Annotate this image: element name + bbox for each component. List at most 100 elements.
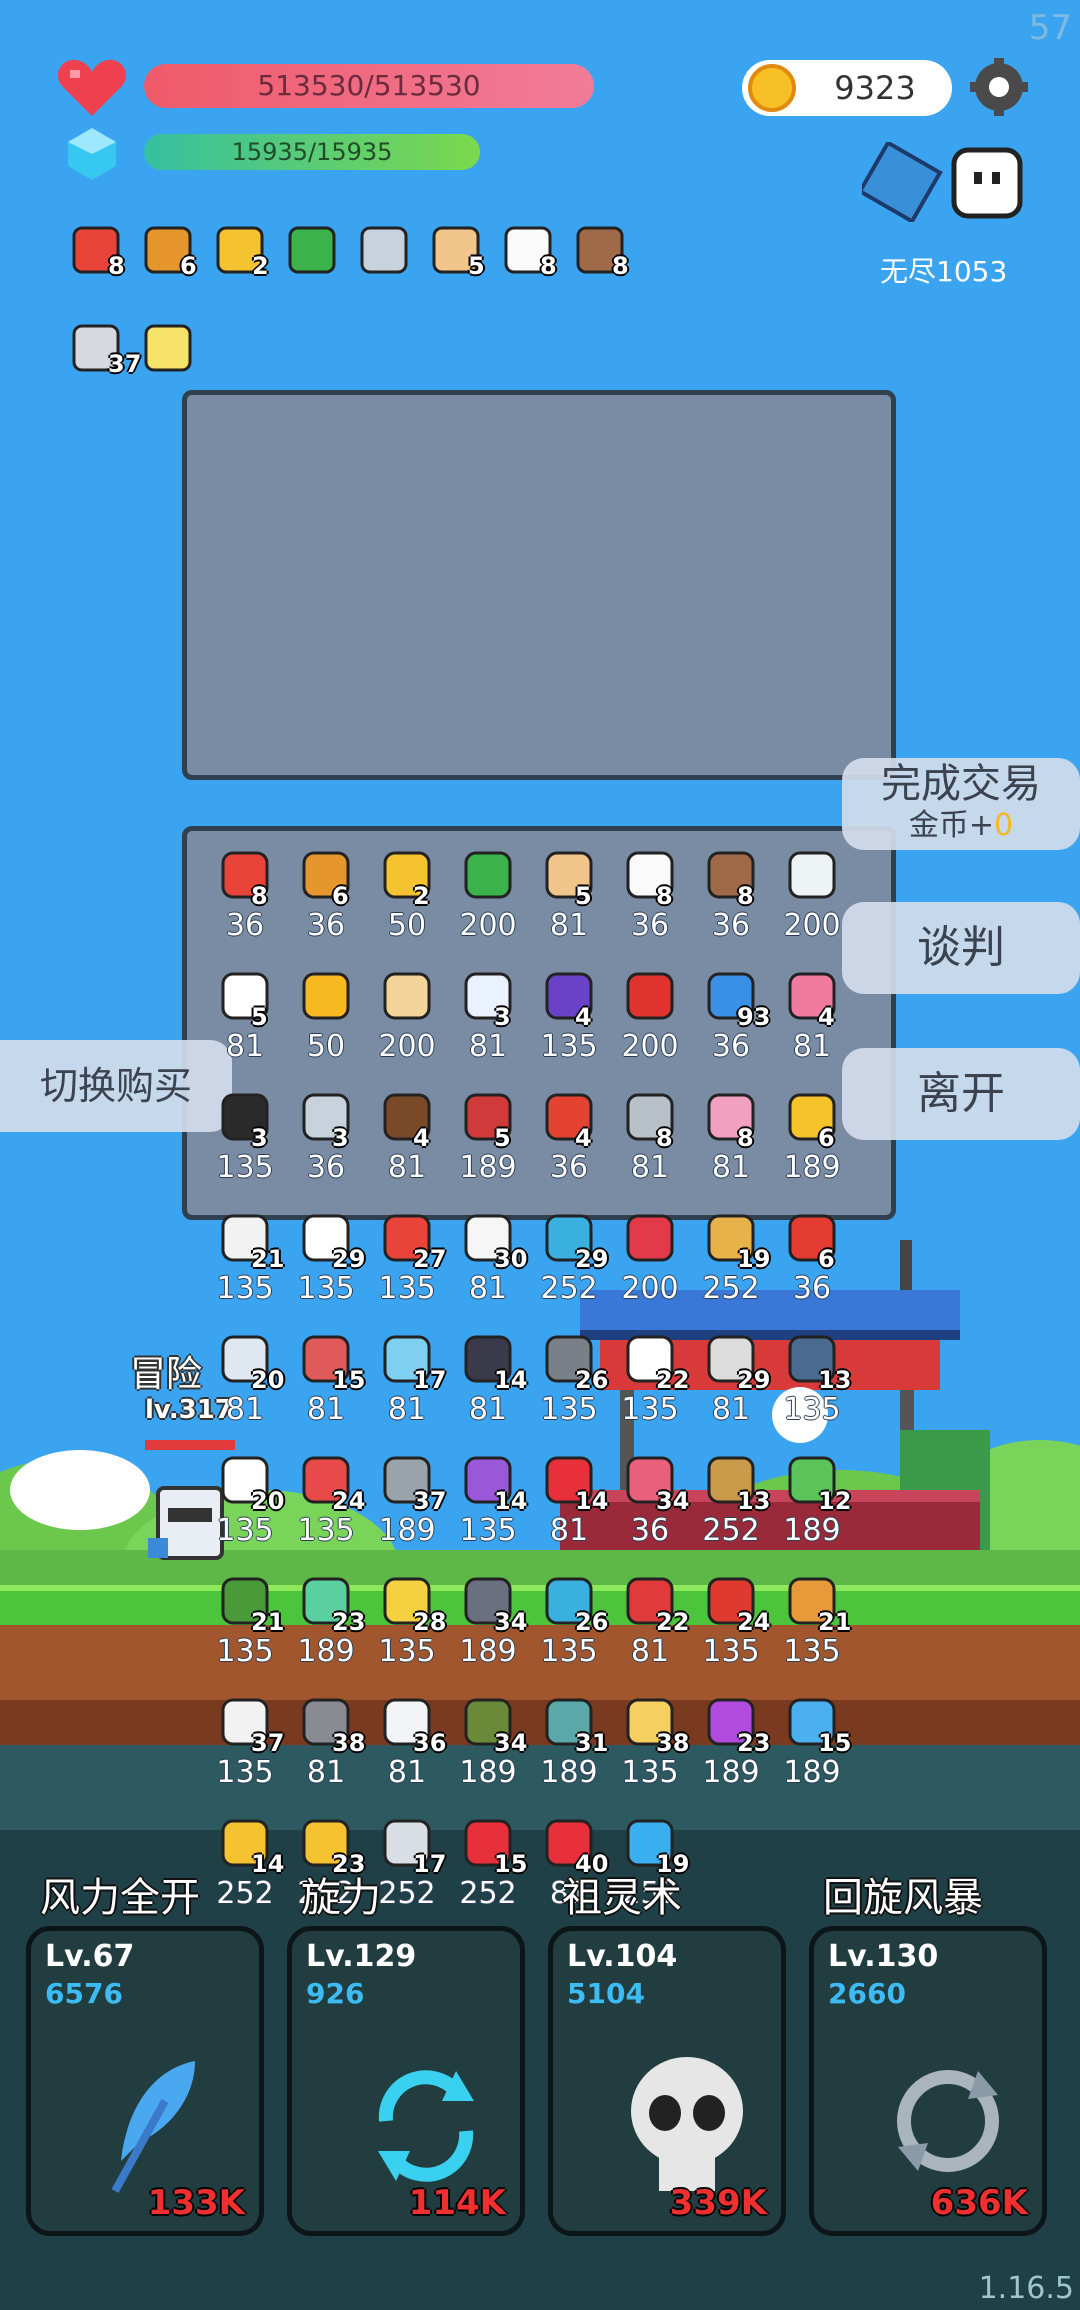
shop-item[interactable]: 13 252 [691,1453,771,1548]
shop-item[interactable]: 2 50 [367,848,447,943]
shop-item[interactable]: 38 81 [286,1695,366,1790]
skill-upgrade-cost[interactable]: 636K [931,2183,1028,2223]
shop-item[interactable]: 50 [286,969,366,1064]
shop-item[interactable]: 34 36 [610,1453,690,1548]
shop-item[interactable]: 5 189 [448,1090,528,1185]
shop-item[interactable]: 27 135 [367,1211,447,1306]
buff-shield-icon[interactable]: 8 [572,222,629,280]
shop-item[interactable]: 12 189 [772,1453,852,1548]
shop-item[interactable]: 15 81 [286,1332,366,1427]
shop-item[interactable]: 200 [448,848,528,943]
buff-watermelon-icon[interactable]: 8 [68,222,125,280]
switch-buy-button[interactable]: 切换购买 [0,1040,232,1132]
shop-item[interactable]: 34 189 [448,1574,528,1669]
shop-item[interactable]: 14 252 [205,1816,285,1911]
skill-card[interactable]: Lv.104 5104 339K [548,1926,786,2236]
shop-item[interactable]: 24 135 [286,1453,366,1548]
buff-hand-icon[interactable]: 5 [428,222,485,280]
shop-item[interactable]: 4 81 [772,969,852,1064]
item-price: 189 [459,1755,517,1790]
buff-green-card-icon[interactable] [284,222,340,278]
skill-upgrade-cost[interactable]: 339K [670,2183,767,2223]
ghost-companion-icon[interactable] [950,146,1024,220]
buff-crown-icon[interactable]: 2 [212,222,269,280]
shop-item[interactable]: 8 36 [610,848,690,943]
shop-item[interactable]: 37 189 [367,1453,447,1548]
shop-item[interactable]: 22 81 [610,1574,690,1669]
shop-item[interactable]: 200 [610,1211,690,1306]
shop-item[interactable]: 20 135 [205,1453,285,1548]
skill-card[interactable]: Lv.67 6576 133K [26,1926,264,2236]
dungeon-map-icon[interactable] [862,142,952,222]
shop-item[interactable]: 36 81 [367,1695,447,1790]
item-price: 189 [783,1755,841,1790]
shop-item[interactable]: 14 81 [529,1453,609,1548]
green-card-icon [288,226,336,274]
shop-item[interactable]: 15 252 [448,1816,528,1911]
shop-item[interactable]: 22 135 [610,1332,690,1427]
item-count: 31 [575,1729,609,1757]
negotiate-button[interactable]: 谈判 [842,902,1080,994]
shop-item[interactable]: 200 [367,969,447,1064]
shop-item[interactable]: 14 81 [448,1332,528,1427]
shop-item[interactable]: 28 135 [367,1574,447,1669]
item-price: 135 [621,1755,679,1790]
skill-card[interactable]: Lv.129 926 114K [287,1926,525,2236]
shop-item[interactable]: 29 81 [691,1332,771,1427]
shop-item[interactable]: 15 189 [772,1695,852,1790]
shop-item[interactable]: 3 135 [205,1090,285,1185]
skill-upgrade-cost[interactable]: 133K [148,2183,245,2223]
buff-book-icon[interactable]: 6 [140,222,197,280]
item-count: 17 [413,1366,447,1394]
shop-item[interactable]: 20 81 [205,1332,285,1427]
shop-item[interactable]: 5 81 [529,848,609,943]
shop-item[interactable]: 200 [772,848,852,943]
buff-blade-icon[interactable]: 37 [68,320,141,378]
shop-item[interactable]: 21 135 [205,1211,285,1306]
item-count: 21 [251,1608,285,1636]
shop-item[interactable]: 14 135 [448,1453,528,1548]
shop-item[interactable]: 23 189 [286,1574,366,1669]
buff-flower-icon[interactable]: 8 [500,222,557,280]
shop-item[interactable]: 30 81 [448,1211,528,1306]
item-price: 36 [306,1150,346,1185]
shop-item[interactable]: 17 81 [367,1332,447,1427]
leave-button[interactable]: 离开 [842,1048,1080,1140]
shop-item[interactable]: 24 135 [691,1574,771,1669]
complete-trade-button[interactable]: 完成交易 金币+0 [842,758,1080,850]
shop-item[interactable]: 31 189 [529,1695,609,1790]
shop-item[interactable]: 4 81 [367,1090,447,1185]
shop-item[interactable]: 23 189 [691,1695,771,1790]
shop-item[interactable]: 26 135 [529,1332,609,1427]
skill-upgrade-cost[interactable]: 114K [409,2183,506,2223]
shop-item[interactable]: 5 81 [205,969,285,1064]
shop-item[interactable]: 6 189 [772,1090,852,1185]
settings-gear-icon[interactable] [970,58,1028,116]
shop-item[interactable]: 19 252 [691,1211,771,1306]
item-price: 81 [468,1271,508,1306]
shop-item[interactable]: 29 252 [529,1211,609,1306]
shop-item[interactable]: 93 36 [691,969,771,1064]
shop-item[interactable]: 6 36 [286,848,366,943]
shop-item[interactable]: 21 135 [205,1574,285,1669]
shop-item[interactable]: 38 135 [610,1695,690,1790]
shop-item[interactable]: 8 81 [691,1090,771,1185]
shop-item[interactable]: 37 135 [205,1695,285,1790]
shop-item[interactable]: 8 81 [610,1090,690,1185]
shop-item[interactable]: 13 135 [772,1332,852,1427]
shop-item[interactable]: 8 36 [691,848,771,943]
buff-lamp-icon[interactable] [140,320,196,376]
shop-item[interactable]: 3 36 [286,1090,366,1185]
shop-item[interactable]: 4 135 [529,969,609,1064]
shop-item[interactable]: 29 135 [286,1211,366,1306]
shop-item[interactable]: 4 36 [529,1090,609,1185]
shop-item[interactable]: 26 135 [529,1574,609,1669]
shop-item[interactable]: 21 135 [772,1574,852,1669]
buff-sword-icon[interactable] [356,222,412,278]
shop-item[interactable]: 200 [610,969,690,1064]
shop-item[interactable]: 3 81 [448,969,528,1064]
shop-item[interactable]: 6 36 [772,1211,852,1306]
shop-item[interactable]: 8 36 [205,848,285,943]
shop-item[interactable]: 34 189 [448,1695,528,1790]
skill-card[interactable]: Lv.130 2660 636K [809,1926,1047,2236]
